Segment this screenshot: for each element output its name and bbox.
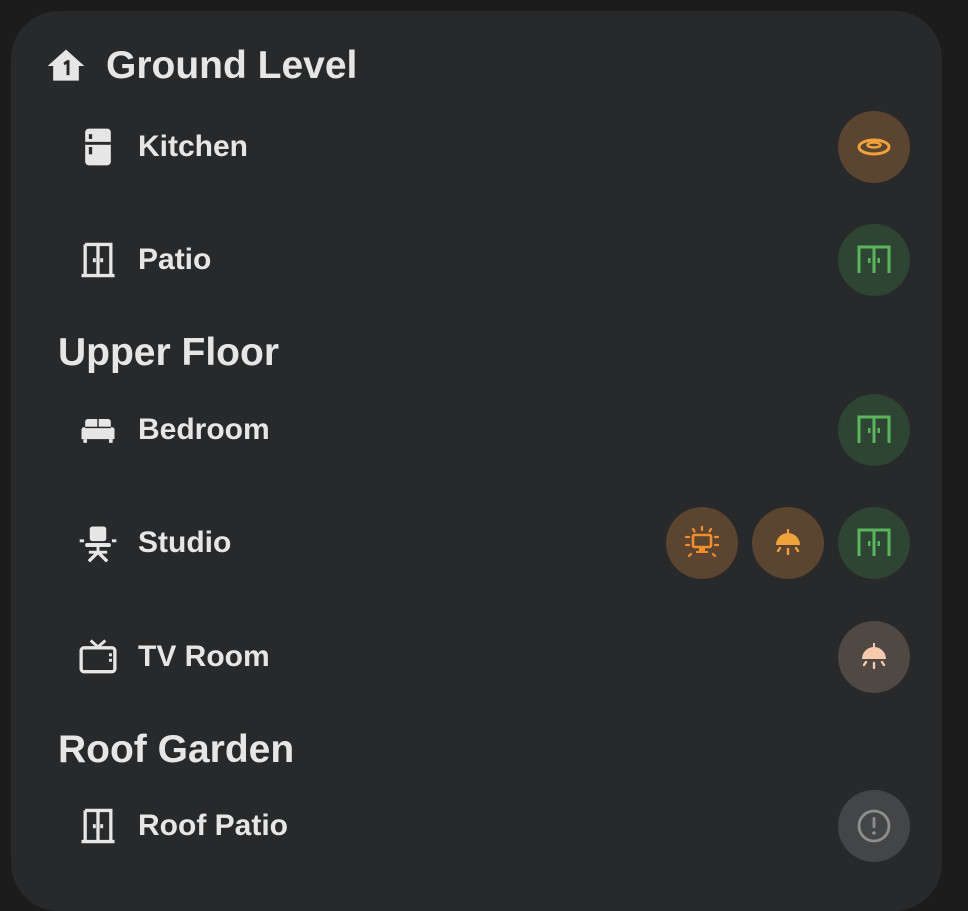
- room-label-bedroom: Bedroom: [138, 413, 270, 446]
- window-closed-icon: [857, 245, 891, 273]
- patio-window-badge[interactable]: [838, 224, 910, 296]
- room-label-kitchen: Kitchen: [138, 130, 249, 163]
- monitor-glow-icon: [684, 525, 720, 558]
- ceiling-lamp-icon: [862, 643, 886, 670]
- television-icon: [79, 639, 117, 674]
- floor-title-upper-floor: Upper Floor: [58, 331, 279, 374]
- floor-title-ground-level: Ground Level: [106, 44, 358, 87]
- studio-ceiling-lamp-badge[interactable]: [752, 507, 824, 579]
- home-floor-1-icon: [47, 49, 85, 81]
- window-closed-icon: [857, 415, 891, 443]
- alert-circle-icon: [857, 809, 891, 843]
- window-closed-icon: [857, 528, 891, 556]
- room-label-studio: Studio: [138, 526, 232, 559]
- roof-patio-alert-badge[interactable]: [838, 790, 910, 862]
- room-label-roof-patio: Roof Patio: [138, 809, 288, 842]
- bedroom-window-badge[interactable]: [838, 394, 910, 466]
- studio-window-badge[interactable]: [838, 507, 910, 579]
- office-chair-icon: [79, 526, 117, 563]
- door-icon: [81, 808, 115, 844]
- room-label-tv-room: TV Room: [138, 640, 270, 673]
- studio-monitor-badge[interactable]: [666, 507, 738, 579]
- bed-icon: [81, 419, 115, 443]
- floor-title-roof-garden: Roof Garden: [58, 728, 295, 771]
- kitchen-light-badge[interactable]: [838, 111, 910, 183]
- ceiling-light-ring-icon: [857, 138, 891, 156]
- room-label-patio: Patio: [138, 243, 212, 276]
- ceiling-lamp-icon: [776, 529, 800, 556]
- tv-room-ceiling-lamp-badge[interactable]: [838, 621, 910, 693]
- door-icon: [81, 242, 115, 278]
- fridge-icon: [85, 128, 111, 166]
